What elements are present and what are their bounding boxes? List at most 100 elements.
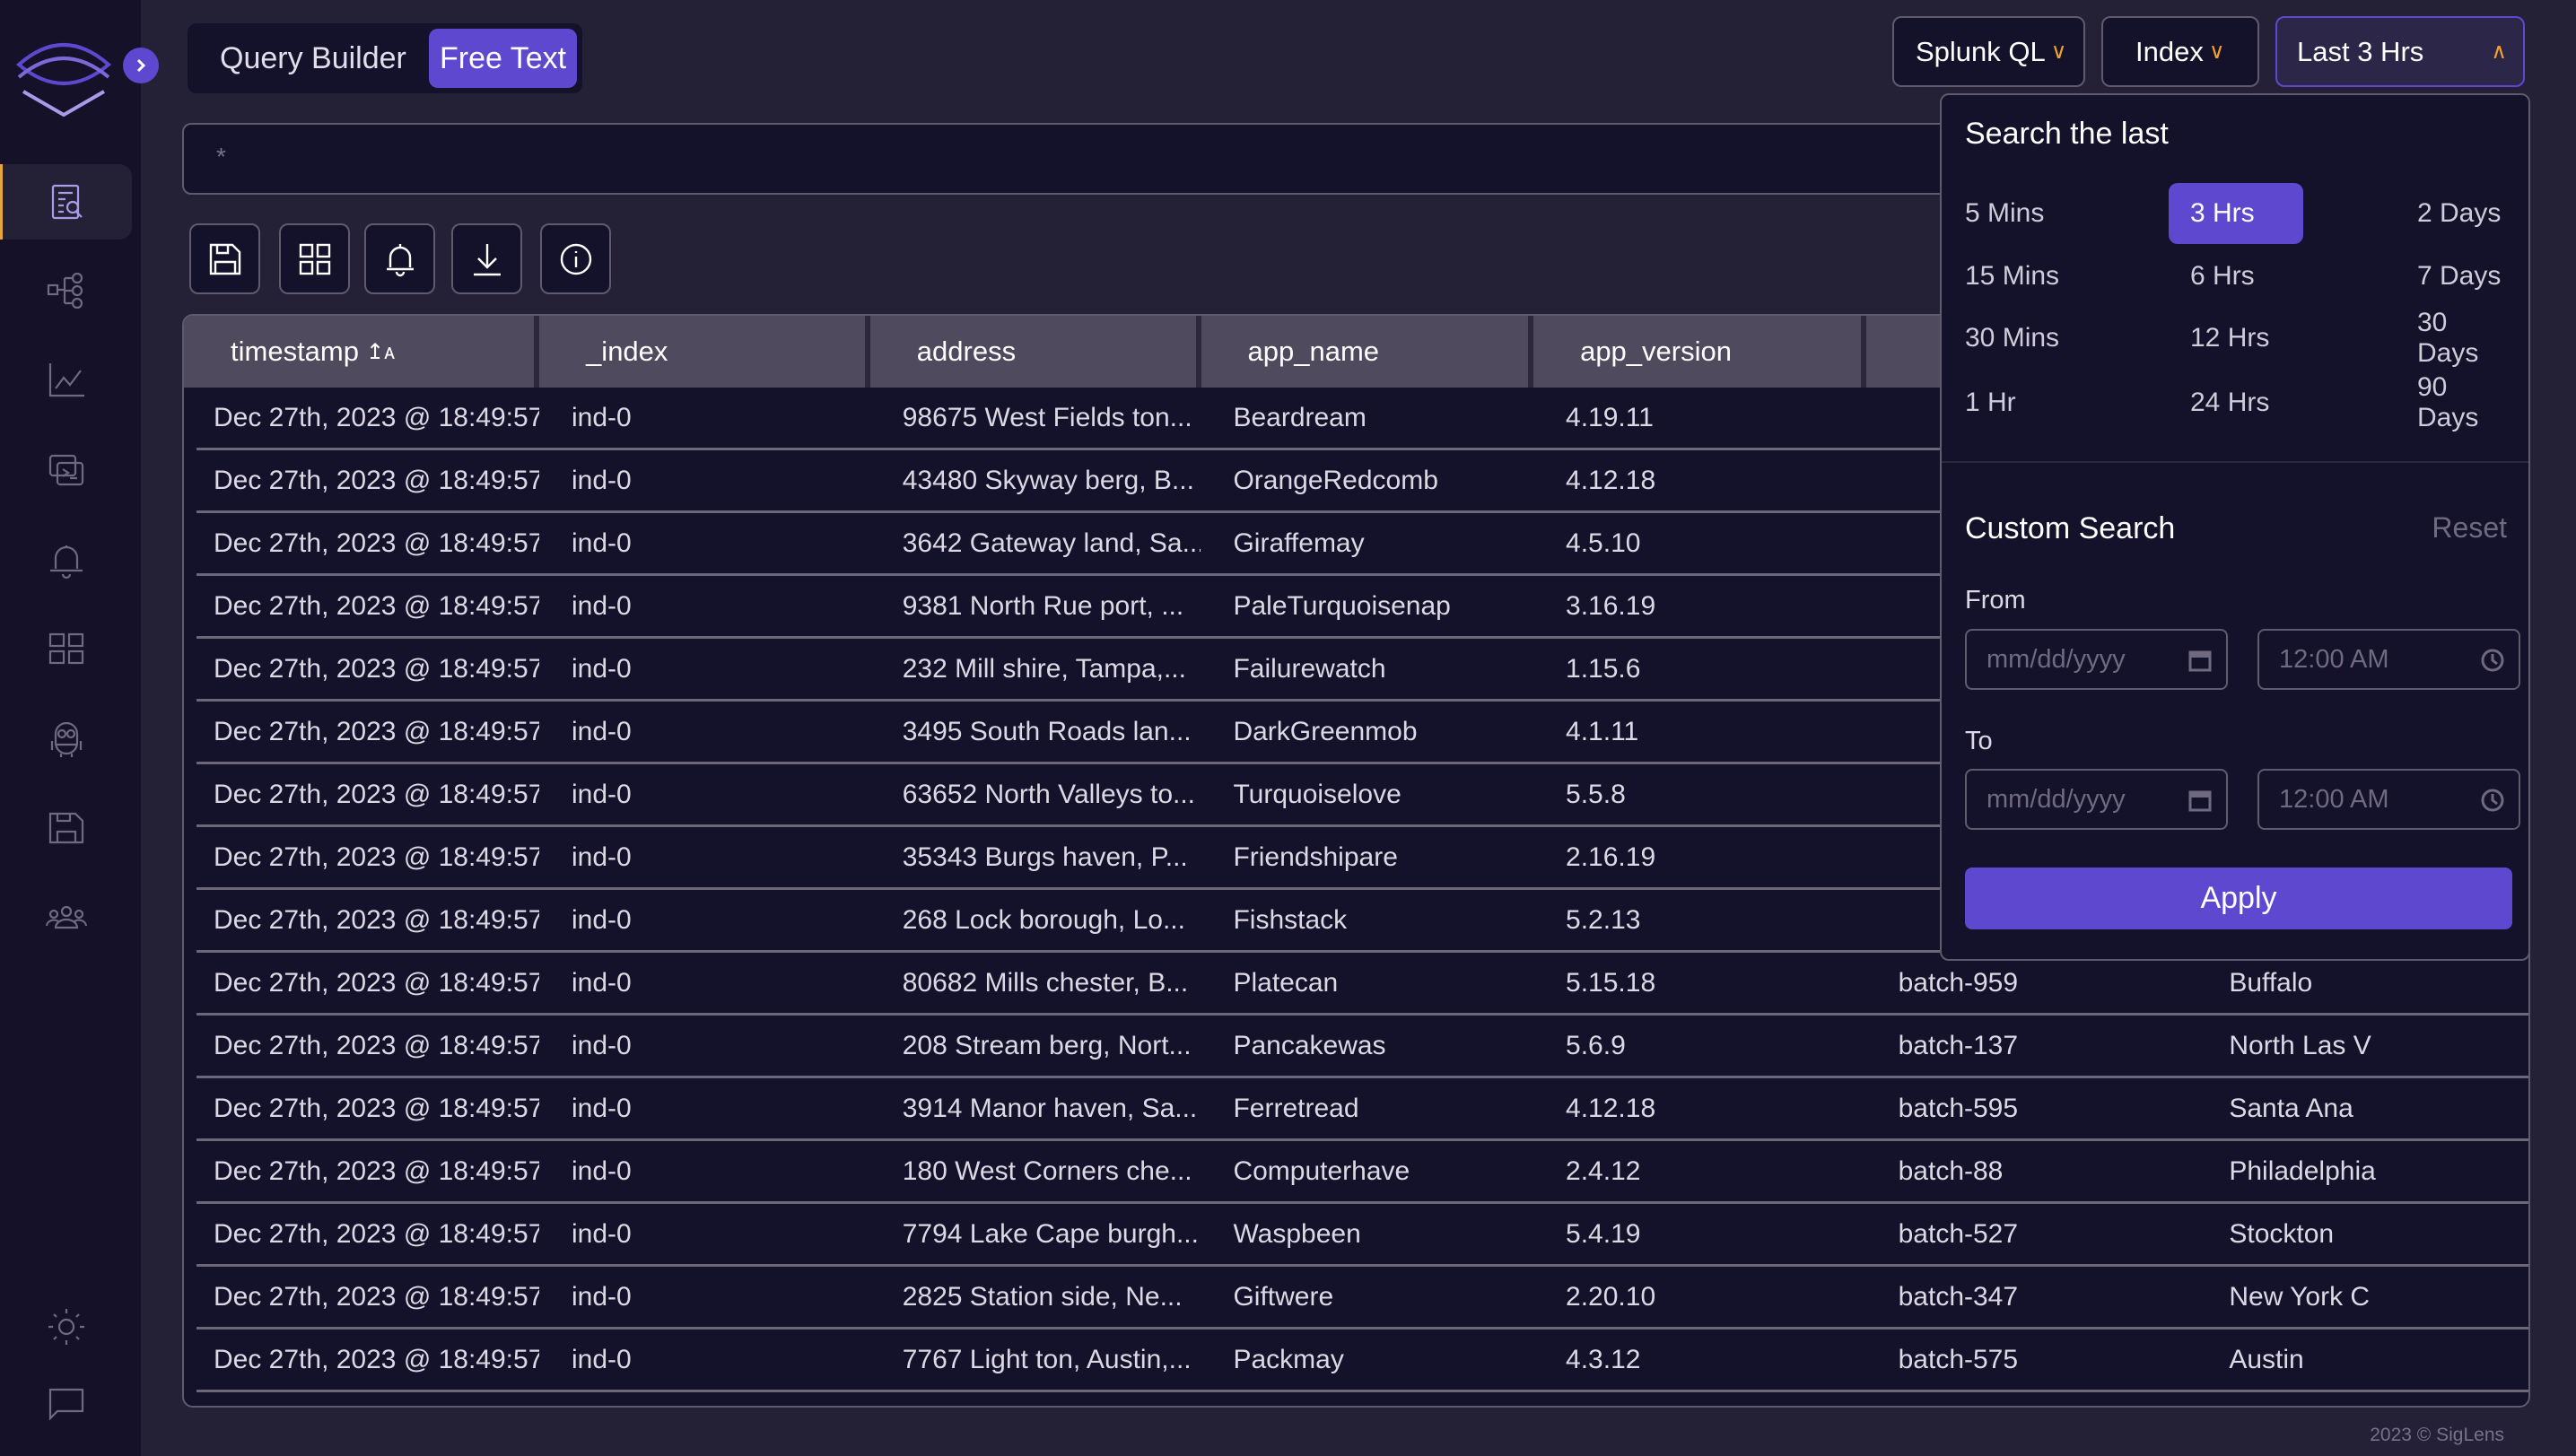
table-row[interactable]: Dec 27th, 2023 @ 18:49:57 ind-0 7794 Lake …: [196, 1204, 2528, 1267]
table-cell-address: 232 Mill shire, Tampa,...: [902, 653, 1186, 684]
table-cell-address: 208 Stream berg, Nort...: [902, 1030, 1192, 1060]
calendar-icon[interactable]: [2187, 787, 2214, 814]
column-header-app-name[interactable]: app_name: [1201, 316, 1534, 388]
table-cell--index: ind-0: [571, 779, 632, 809]
table-cell-col6: North Las V: [2229, 1030, 2371, 1060]
table-cell-timestamp: Dec 27th, 2023 @ 18:49:57: [214, 402, 539, 432]
table-cell-timestamp: Dec 27th, 2023 @ 18:49:57: [214, 1281, 539, 1312]
clock-icon[interactable]: [2479, 647, 2506, 674]
tab-free-text[interactable]: Free Text: [429, 29, 578, 88]
table-row[interactable]: Dec 27th, 2023 @ 18:49:57 ind-0 80682 Mill…: [196, 953, 2528, 1016]
table-cell-app-version: 5.15.18: [1566, 967, 1656, 998]
time-option[interactable]: 1 Hr: [1943, 372, 2038, 433]
table-cell-col5: batch-959: [1898, 967, 2019, 998]
table-cell-app-name: Giraffemay: [1233, 527, 1365, 558]
table-cell-col6: Santa Ana: [2229, 1093, 2353, 1123]
sidebar-item-pipelines[interactable]: [0, 253, 132, 328]
table-row[interactable]: Dec 27th, 2023 @ 18:49:57 ind-0 208 Stream…: [196, 1016, 2528, 1078]
download-button[interactable]: [451, 223, 522, 294]
column-header-address[interactable]: address: [869, 316, 1201, 388]
time-option[interactable]: 15 Mins: [1943, 246, 2081, 307]
save-query-button[interactable]: [189, 223, 260, 294]
time-option[interactable]: 2 Days: [2396, 183, 2522, 244]
table-cell-timestamp: Dec 27th, 2023 @ 18:49:57: [214, 527, 539, 558]
to-time-value: 12:00 AM: [2279, 784, 2389, 814]
table-cell--index: ind-0: [571, 967, 632, 998]
column-header--index[interactable]: _index: [539, 316, 870, 388]
sidebar-item-users[interactable]: [0, 879, 132, 955]
table-cell-address: 7794 Lake Cape burgh...: [902, 1218, 1199, 1249]
feedback-button[interactable]: [0, 1366, 132, 1442]
floppy-save-icon: [48, 812, 83, 844]
table-cell-timestamp: Dec 27th, 2023 @ 18:49:57: [214, 841, 539, 872]
sidebar-item-metrics[interactable]: [0, 342, 132, 417]
table-cell-app-name: Platecan: [1233, 967, 1339, 998]
table-row[interactable]: Dec 27th, 2023 @ 18:49:57 ind-0 7767 Light…: [196, 1330, 2528, 1392]
table-cell-address: 2825 Station side, Ne...: [902, 1281, 1183, 1312]
table-cell-timestamp: Dec 27th, 2023 @ 18:49:57: [214, 1093, 539, 1123]
calendar-icon[interactable]: [2187, 647, 2214, 674]
create-alert-button[interactable]: [364, 223, 435, 294]
column-header-app-version[interactable]: app_version: [1533, 316, 1866, 388]
info-icon: [560, 243, 591, 275]
table-cell--index: ind-0: [571, 841, 632, 872]
sidebar-item-alerts[interactable]: [0, 522, 132, 597]
expand-sidebar-button[interactable]: [123, 48, 159, 83]
time-option[interactable]: 3 Hrs: [2169, 183, 2303, 244]
sort-ascending-icon[interactable]: ↥ᴀ: [366, 339, 395, 365]
time-option[interactable]: 5 Mins: [1943, 183, 2065, 244]
sidebar-item-minion[interactable]: [0, 702, 132, 777]
time-option[interactable]: 24 Hrs: [2169, 372, 2291, 433]
sun-icon: [48, 1309, 84, 1345]
table-cell-app-version: 2.16.19: [1566, 841, 1656, 872]
info-button[interactable]: [540, 223, 611, 294]
custom-search-title: Custom Search: [1965, 511, 2176, 545]
table-cell-col5: batch-575: [1898, 1344, 2019, 1374]
column-header-label: address: [916, 336, 1017, 367]
to-time-input[interactable]: 12:00 AM: [2257, 769, 2520, 830]
from-date-input[interactable]: mm/dd/yyyy: [1965, 629, 2228, 690]
to-date-placeholder: mm/dd/yyyy: [1987, 784, 2126, 814]
table-cell-address: 80682 Mills chester, B...: [902, 967, 1189, 998]
time-option[interactable]: 6 Hrs: [2169, 246, 2276, 307]
table-row[interactable]: Dec 27th, 2023 @ 18:49:57 ind-0 2825 Stati…: [196, 1267, 2528, 1330]
clock-icon[interactable]: [2479, 787, 2506, 814]
chevron-down-icon: ∨: [2208, 39, 2225, 64]
add-to-dashboard-button[interactable]: [279, 223, 350, 294]
column-header-timestamp[interactable]: timestamp ↥ᴀ: [184, 316, 540, 388]
tab-query-builder[interactable]: Query Builder: [209, 29, 417, 88]
table-cell--index: ind-0: [571, 402, 632, 432]
sidebar-item-search[interactable]: [0, 164, 132, 240]
table-cell-app-version: 5.4.19: [1566, 1218, 1641, 1249]
from-time-input[interactable]: 12:00 AM: [2257, 629, 2520, 690]
table-row[interactable]: Dec 27th, 2023 @ 18:49:57 ind-0 3914 Manor…: [196, 1078, 2528, 1141]
time-range-dropdown[interactable]: Last 3 Hrs ∧: [2275, 16, 2525, 87]
query-language-dropdown[interactable]: Splunk QL ∨: [1892, 16, 2085, 87]
table-row[interactable]: Dec 27th, 2023 @ 18:49:57 ind-0 180 West C…: [196, 1141, 2528, 1204]
table-cell-timestamp: Dec 27th, 2023 @ 18:49:57: [214, 1155, 539, 1186]
time-option[interactable]: 90 Days: [2396, 372, 2528, 433]
column-header-label: timestamp: [231, 336, 359, 367]
index-dropdown[interactable]: Index ∨: [2101, 16, 2259, 87]
table-cell--index: ind-0: [571, 1218, 632, 1249]
table-cell-app-version: 4.3.12: [1566, 1344, 1641, 1374]
table-cell-app-version: 5.5.8: [1566, 779, 1626, 809]
time-option[interactable]: 30 Mins: [1943, 308, 2081, 369]
table-cell-timestamp: Dec 27th, 2023 @ 18:49:57: [214, 590, 539, 621]
apply-button[interactable]: Apply: [1965, 867, 2512, 929]
theme-toggle[interactable]: [0, 1289, 132, 1364]
table-cell--index: ind-0: [571, 1281, 632, 1312]
save-icon: [209, 243, 240, 275]
time-option[interactable]: 30 Days: [2396, 308, 2528, 369]
time-option[interactable]: 12 Hrs: [2169, 308, 2291, 369]
table-cell-app-version: 1.15.6: [1566, 653, 1641, 684]
sidebar-item-saved-queries[interactable]: [0, 790, 132, 866]
table-cell-app-version: 5.6.9: [1566, 1030, 1626, 1060]
sidebar-item-live-tail[interactable]: [0, 432, 132, 508]
table-cell-col5: batch-527: [1898, 1218, 2019, 1249]
reset-button[interactable]: Reset: [2432, 511, 2507, 545]
table-cell-app-version: 3.16.19: [1566, 590, 1656, 621]
sidebar-item-dashboards[interactable]: [0, 611, 132, 686]
to-date-input[interactable]: mm/dd/yyyy: [1965, 769, 2228, 830]
time-option[interactable]: 7 Days: [2396, 246, 2522, 307]
